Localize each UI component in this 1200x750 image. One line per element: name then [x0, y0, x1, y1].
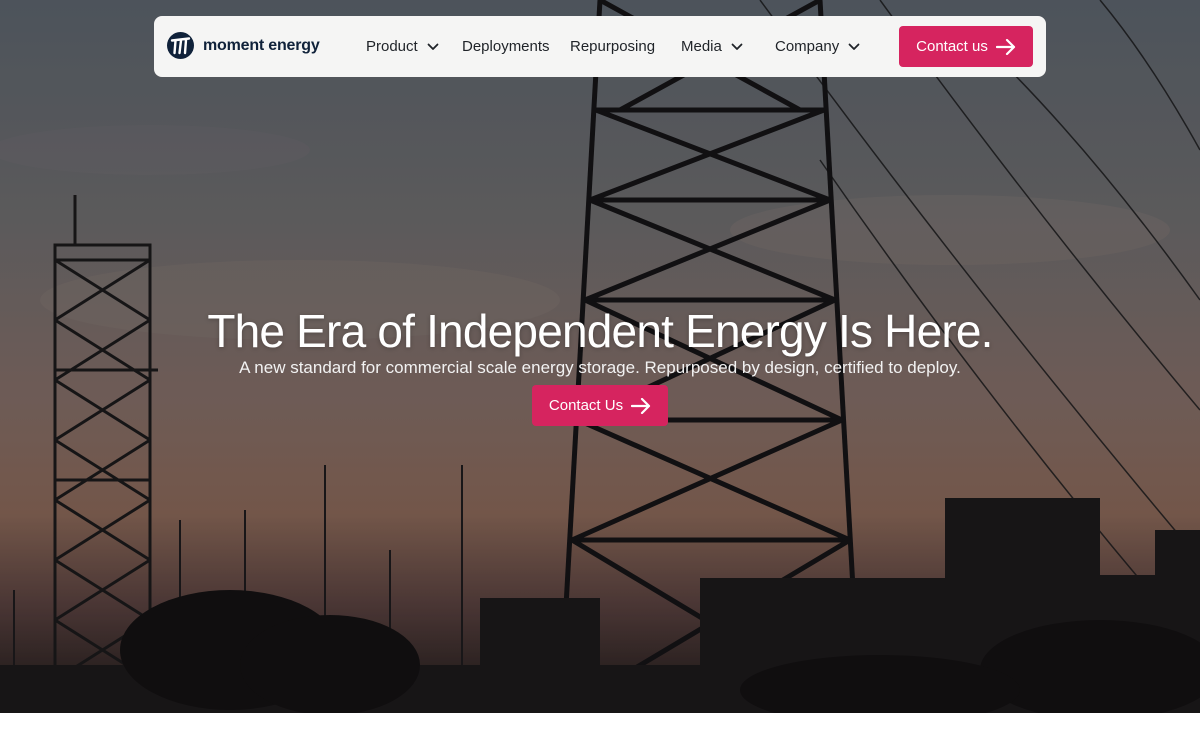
nav-contact-button[interactable]: Contact us	[899, 26, 1033, 67]
brand-logo[interactable]: moment energy	[167, 32, 320, 59]
chevron-down-icon	[848, 43, 860, 50]
nav-item-label: Media	[681, 38, 722, 55]
chevron-down-icon	[731, 43, 743, 50]
brand-name: moment energy	[203, 36, 320, 54]
hero-section: The Era of Independent Energy Is Here. A…	[0, 0, 1200, 713]
hero-headline: The Era of Independent Energy Is Here.	[207, 305, 993, 357]
nav-item-repurposing[interactable]: Repurposing	[570, 16, 655, 77]
nav-contact-button-label: Contact us	[916, 38, 988, 55]
nav-item-label: Company	[775, 38, 840, 55]
chevron-down-icon	[427, 43, 439, 50]
hero-subheadline: A new standard for commercial scale ener…	[239, 358, 961, 377]
hero-contact-button-label: Contact Us	[548, 397, 624, 414]
arrow-right-icon	[631, 397, 651, 414]
arrow-right-icon	[995, 38, 1015, 55]
nav-item-deployments[interactable]: Deployments	[462, 16, 550, 77]
top-navigation-bar: moment energy Product Deployments Repurp…	[154, 16, 1046, 77]
nav-item-product[interactable]: Product	[366, 16, 439, 77]
nav-item-label: Deployments	[462, 38, 550, 55]
nav-item-label: Product	[366, 38, 418, 55]
moment-energy-logo-icon	[167, 32, 194, 59]
nav-item-company[interactable]: Company	[775, 16, 860, 77]
nav-item-label: Repurposing	[570, 38, 656, 55]
nav-item-media[interactable]: Media	[681, 16, 743, 77]
page-content-area	[0, 713, 1200, 750]
hero-contact-button[interactable]: Contact Us	[532, 385, 668, 426]
